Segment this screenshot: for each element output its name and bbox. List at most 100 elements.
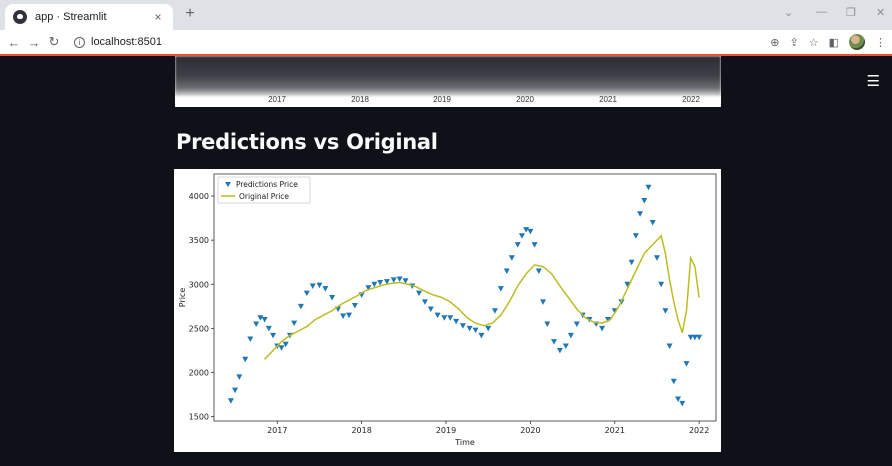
prediction-point [227, 398, 234, 404]
prediction-point [242, 356, 249, 363]
prev-xtick: 2020 [516, 95, 534, 104]
tab-search-chevron-icon[interactable]: ⌄ [784, 6, 793, 19]
prev-xtick: 2019 [433, 95, 451, 104]
prediction-point [265, 325, 272, 332]
prediction-point [632, 233, 639, 239]
prediction-point [508, 255, 515, 261]
x-tick-label: 2020 [520, 426, 540, 435]
prediction-point [278, 345, 285, 351]
prediction-point [628, 259, 635, 266]
previous-chart-plot-area [175, 56, 721, 96]
side-panel-icon[interactable]: ◧ [829, 36, 839, 49]
bookmark-star-icon[interactable]: ☆ [809, 36, 819, 49]
prediction-point [679, 400, 686, 407]
share-icon[interactable]: ⇪ [790, 36, 799, 49]
profile-avatar[interactable] [849, 34, 865, 50]
prediction-point [645, 184, 652, 191]
forward-arrow-icon[interactable]: → [24, 35, 44, 50]
prediction-point [247, 336, 254, 342]
site-info-icon[interactable]: i [74, 36, 85, 48]
x-tick-label: 2017 [267, 426, 287, 435]
prediction-point [491, 308, 498, 314]
predictions-chart-svg: 2017 2018 2019 2020 2021 2022 1500 2000 2500 3000… [178, 173, 717, 447]
prediction-point [658, 281, 665, 288]
prediction-point [447, 315, 454, 321]
prev-xtick: 2022 [682, 95, 700, 104]
prediction-point [453, 318, 460, 325]
y-tick-label: 3500 [189, 236, 209, 245]
plot-frame [213, 173, 717, 422]
x-tick-label: 2022 [689, 426, 709, 435]
prediction-point [303, 290, 310, 297]
prediction-point [329, 295, 336, 301]
previous-chart-partial: 2017 2018 2019 2020 2021 2022 [175, 56, 721, 107]
browser-tab[interactable]: app · Streamlit × [5, 4, 173, 30]
hamburger-menu-icon[interactable]: ☰ [867, 72, 880, 90]
prediction-point [567, 332, 574, 339]
x-axis-label: Time [454, 438, 475, 447]
prediction-point [497, 286, 504, 292]
prediction-point [236, 374, 243, 380]
restore-button[interactable]: ❐ [846, 6, 856, 19]
prediction-point [459, 323, 466, 329]
prediction-point [421, 299, 428, 305]
original-price-line [264, 234, 700, 360]
prediction-point [322, 286, 329, 292]
prediction-point [562, 343, 569, 350]
prediction-point [637, 211, 644, 217]
tab-close-icon[interactable]: × [151, 10, 165, 24]
minimize-button[interactable]: — [816, 6, 827, 18]
prediction-point [527, 228, 534, 235]
x-tick-label: 2018 [351, 426, 371, 435]
prediction-point [466, 325, 473, 332]
close-window-button[interactable]: ✕ [876, 6, 885, 19]
prediction-point [472, 327, 479, 334]
predictions-chart: 2017 2018 2019 2020 2021 2022 1500 2000 2500 3000… [174, 169, 721, 452]
prediction-point [649, 220, 656, 226]
prediction-point [670, 378, 677, 385]
tab-title: app · Streamlit [35, 11, 107, 23]
legend-prediction-label: Predictions Price [236, 180, 298, 189]
prediction-point [434, 312, 441, 319]
prediction-point [270, 332, 277, 339]
prediction-point [518, 233, 525, 239]
prev-xtick: 2018 [351, 95, 369, 104]
prediction-point [485, 325, 492, 332]
url-text: localhost:8501 [91, 36, 162, 48]
prediction-point [531, 242, 538, 248]
prediction-point [309, 283, 316, 290]
previous-chart-x-ticks: 2017 2018 2019 2020 2021 2022 [175, 95, 721, 107]
prediction-point [662, 308, 669, 314]
prediction-point [351, 302, 358, 309]
address-bar: ← → ↻ i localhost:8501 ⊕ ⇪ ☆ ◧ ⋮ [0, 30, 892, 54]
reload-icon[interactable]: ↻ [44, 34, 64, 50]
prediction-point [441, 315, 448, 321]
prediction-point [396, 276, 403, 282]
prediction-point [641, 197, 648, 204]
prediction-point [666, 343, 673, 350]
new-tab-button[interactable]: + [180, 5, 200, 23]
prediction-point [345, 312, 352, 319]
prediction-point [261, 317, 268, 323]
prediction-point [540, 299, 547, 305]
back-arrow-icon[interactable]: ← [4, 35, 24, 50]
x-tick-label: 2021 [605, 426, 625, 435]
prediction-point [683, 361, 690, 367]
prediction-point [653, 255, 660, 261]
browser-tab-strip: app · Streamlit × + ⌄ — ❐ ✕ [0, 0, 892, 30]
browser-menu-icon[interactable]: ⋮ [875, 36, 886, 49]
zoom-icon[interactable]: ⊕ [770, 36, 779, 49]
y-tick-label: 4000 [189, 192, 209, 201]
y-tick-label: 2000 [189, 368, 209, 377]
y-tick-label: 1500 [189, 413, 209, 422]
prediction-point [573, 321, 580, 327]
prediction-point [297, 303, 304, 310]
prediction-point [599, 325, 606, 332]
prediction-point [556, 347, 563, 354]
prediction-point [253, 321, 260, 327]
prediction-point [232, 387, 239, 394]
prediction-point [291, 320, 298, 327]
prediction-point [696, 334, 703, 341]
url-field[interactable]: i localhost:8501 [74, 36, 162, 48]
prediction-point [478, 332, 485, 339]
